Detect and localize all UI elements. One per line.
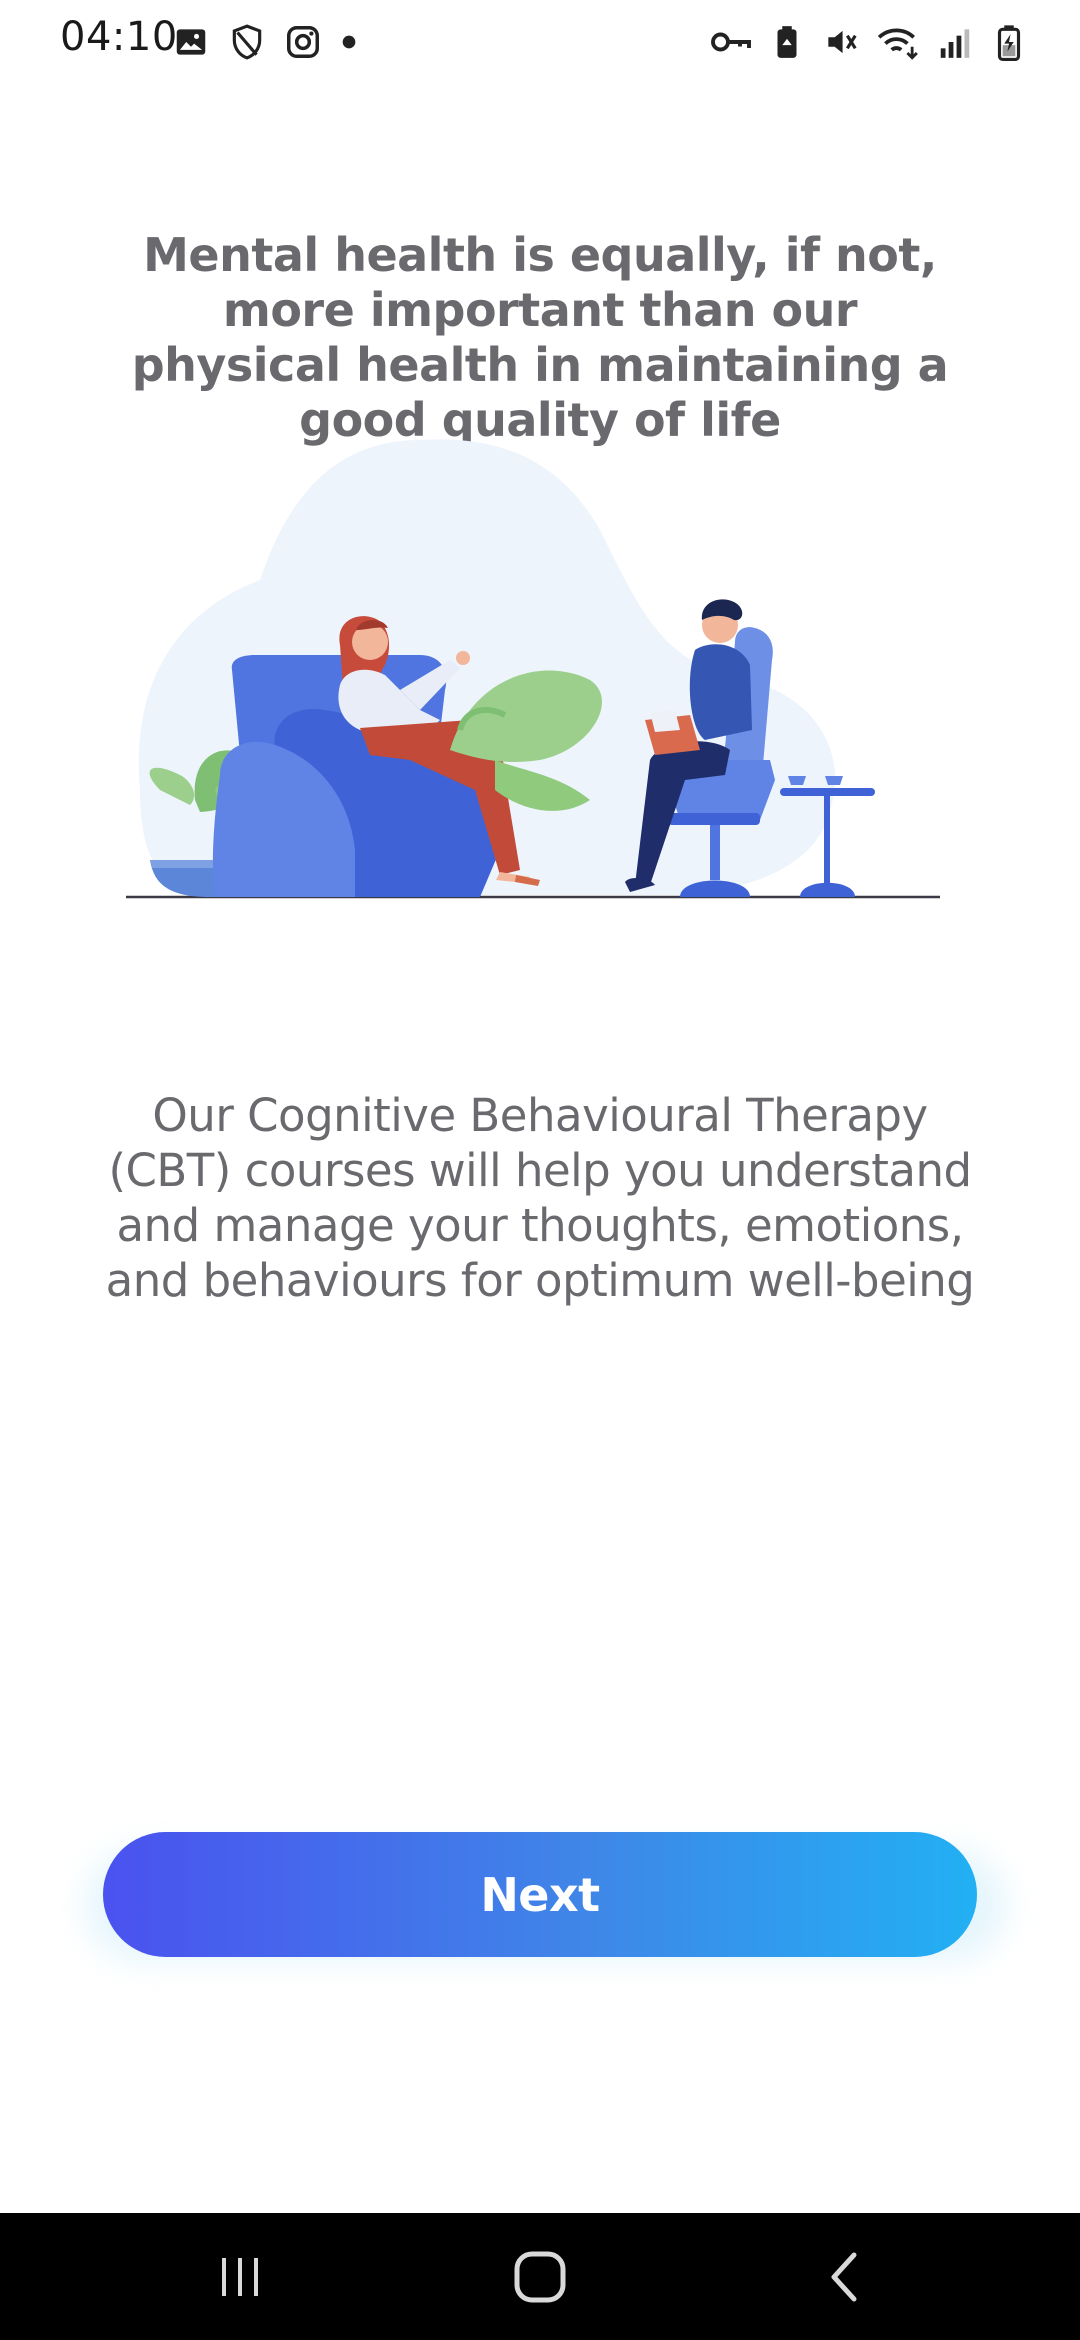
signal-icon: [940, 29, 970, 58]
onboarding-heading: Mental health is equally, if not, more i…: [131, 228, 949, 447]
recent-apps-icon: [222, 2258, 258, 2296]
battery-charging-icon: [997, 25, 1021, 61]
recent-apps-button[interactable]: [200, 2237, 280, 2317]
status-time: 04:10: [60, 14, 178, 60]
instagram-icon: [287, 26, 319, 58]
home-icon: [514, 2251, 566, 2303]
back-button[interactable]: [804, 2237, 884, 2317]
vpn-key-icon: [711, 32, 751, 52]
vibrate-mute-icon: [828, 30, 857, 54]
image-icon: [176, 29, 206, 55]
next-button[interactable]: Next: [103, 1832, 977, 1957]
therapy-session-illustration: [126, 439, 940, 899]
home-button[interactable]: [500, 2237, 580, 2317]
battery-saver-icon: [777, 26, 797, 58]
dot-icon: [342, 35, 356, 49]
back-icon: [831, 2252, 857, 2302]
shield-icon: [232, 24, 262, 60]
onboarding-description: Our Cognitive Behavioural Therapy (CBT) …: [105, 1089, 975, 1307]
status-left-icons: [172, 22, 358, 62]
system-navigation-bar: [0, 2213, 1080, 2340]
wifi-icon: [877, 28, 918, 60]
status-right-icons: [710, 22, 1028, 62]
status-bar: 04:10: [0, 0, 1080, 84]
